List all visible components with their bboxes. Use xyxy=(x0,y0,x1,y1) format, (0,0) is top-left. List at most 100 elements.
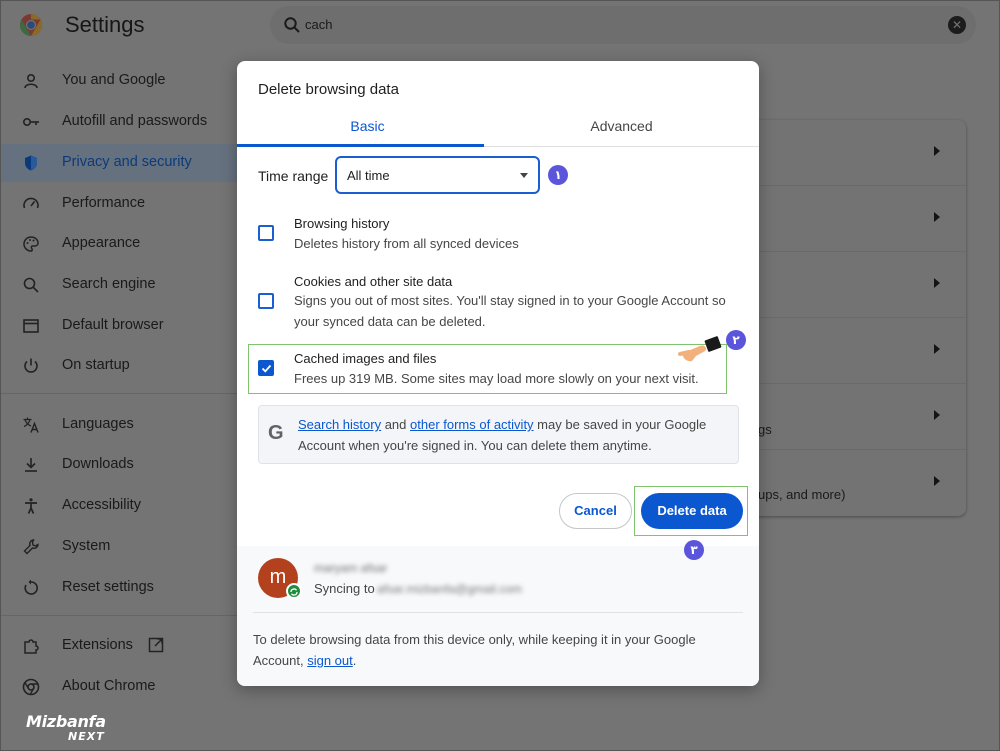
cached-images-checkbox[interactable] xyxy=(258,360,274,376)
watermark-top: Mizbanfa xyxy=(26,712,106,731)
accessibility-icon xyxy=(25,498,37,514)
sidebar-item-system[interactable]: System xyxy=(0,528,240,566)
option-title: Cached images and files xyxy=(294,351,437,366)
cancel-button[interactable]: Cancel xyxy=(559,493,632,529)
google-g-icon: G xyxy=(268,422,284,444)
chevron-right-icon xyxy=(934,146,940,156)
chrome-icon xyxy=(22,678,40,696)
sidebar-item-label: Privacy and security xyxy=(62,154,192,170)
sidebar-item-label: Downloads xyxy=(62,456,134,472)
search-icon xyxy=(23,277,39,293)
sidebar-item-label: Accessibility xyxy=(62,497,141,513)
settings-row[interactable] xyxy=(740,318,966,384)
mizbanfa-watermark-logo: Mizbanfa NEXT xyxy=(26,712,126,746)
sidebar-item-label: On startup xyxy=(62,357,130,373)
sidebar-item-languages[interactable]: Languages xyxy=(0,406,240,444)
sidebar-item-autofill[interactable]: Autofill and passwords xyxy=(0,103,240,141)
settings-row[interactable]: ups, and more) xyxy=(740,450,966,516)
palette-icon xyxy=(23,236,39,252)
option-description: Signs you out of most sites. You'll stay… xyxy=(294,293,726,329)
step-badge-1: ١ xyxy=(548,165,568,185)
browser-icon xyxy=(23,319,39,333)
cookies-checkbox[interactable] xyxy=(258,293,274,309)
step-badge-3: ٣ xyxy=(684,540,704,560)
info-and: and xyxy=(381,417,411,432)
account-name: maryam afsar xyxy=(314,561,388,575)
sync-arrows-icon xyxy=(290,588,298,596)
settings-row[interactable] xyxy=(740,252,966,318)
sync-icon xyxy=(286,583,302,599)
syncing-label: Syncing to xyxy=(314,581,375,596)
other-activity-link[interactable]: other forms of activity xyxy=(410,417,534,432)
sidebar-item-extensions[interactable]: Extensions xyxy=(0,627,240,665)
search-history-link[interactable]: Search history xyxy=(298,417,381,432)
settings-search[interactable]: cach ✕ xyxy=(270,6,976,44)
speedometer-icon xyxy=(23,197,39,209)
watermark-bottom: NEXT xyxy=(68,730,105,743)
footer-text: To delete browsing data from this device… xyxy=(253,629,733,671)
tab-basic[interactable]: Basic xyxy=(237,111,498,147)
settings-row-text: gs xyxy=(758,422,772,437)
tab-advanced[interactable]: Advanced xyxy=(484,111,759,147)
settings-row[interactable]: gs xyxy=(740,384,966,450)
search-icon xyxy=(284,17,300,33)
search-input[interactable]: cach xyxy=(305,17,332,32)
sidebar-item-performance[interactable]: Performance xyxy=(0,185,240,223)
chevron-right-icon xyxy=(934,344,940,354)
sidebar-item-label: Performance xyxy=(62,195,146,211)
sidebar-item-on-startup[interactable]: On startup xyxy=(0,347,240,385)
settings-row-text: ups, and more) xyxy=(758,487,846,502)
sidebar-item-reset-settings[interactable]: Reset settings xyxy=(0,569,240,607)
settings-row[interactable] xyxy=(740,186,966,252)
reset-icon xyxy=(24,579,38,595)
sidebar-item-privacy-and-security[interactable]: Privacy and security xyxy=(0,144,240,182)
dropdown-arrow-icon xyxy=(520,173,528,178)
sidebar-item-label: Autofill and passwords xyxy=(62,113,208,129)
account-divider xyxy=(253,612,743,613)
account-email: afsar.mizbanfa@gmail.com xyxy=(377,582,522,596)
google-activity-info: G Search history and other forms of acti… xyxy=(258,405,739,464)
chevron-right-icon xyxy=(934,410,940,420)
wrench-icon xyxy=(23,539,39,555)
active-tab-indicator xyxy=(237,144,484,147)
sidebar-divider xyxy=(0,393,240,394)
chevron-right-icon xyxy=(934,476,940,486)
sidebar-divider xyxy=(0,615,240,616)
option-description: Deletes history from all synced devices xyxy=(294,236,519,251)
sidebar-item-label: System xyxy=(62,538,111,554)
power-icon xyxy=(24,358,38,373)
open-in-new-icon[interactable] xyxy=(148,637,164,653)
step-badge-2: ٢ xyxy=(726,330,746,350)
sidebar-item-default-browser[interactable]: Default browser xyxy=(0,307,240,345)
sign-out-link[interactable]: sign out xyxy=(307,653,353,668)
footer-end: . xyxy=(352,653,357,668)
sidebar-item-label: About Chrome xyxy=(62,678,156,694)
sidebar-item-label: Extensions xyxy=(62,637,133,653)
chevron-right-icon xyxy=(934,278,940,288)
sidebar-item-search-engine[interactable]: Search engine xyxy=(0,266,240,304)
delete-data-button[interactable]: Delete data xyxy=(641,493,743,529)
sidebar-item-appearance[interactable]: Appearance xyxy=(0,225,240,263)
clear-search-icon[interactable]: ✕ xyxy=(948,16,966,34)
translate-icon xyxy=(23,417,39,433)
sidebar-item-accessibility[interactable]: Accessibility xyxy=(0,487,240,525)
shield-icon xyxy=(25,155,37,171)
pointing-hand-icon xyxy=(678,336,722,362)
sidebar-item-downloads[interactable]: Downloads xyxy=(0,446,240,484)
time-range-select[interactable]: All time xyxy=(335,156,540,194)
sidebar-item-label: Default browser xyxy=(62,317,164,333)
browsing-history-checkbox[interactable] xyxy=(258,225,274,241)
key-icon xyxy=(22,118,39,127)
dialog-tabs: Basic Advanced xyxy=(237,111,759,147)
dialog-title: Delete browsing data xyxy=(258,81,399,98)
app-header: Settings cach ✕ xyxy=(0,0,1000,52)
time-range-value: All time xyxy=(347,168,390,183)
sidebar-item-about-chrome[interactable]: About Chrome xyxy=(0,668,240,706)
app-title: Settings xyxy=(65,12,145,37)
settings-row[interactable] xyxy=(740,120,966,186)
account-section: m maryam afsar Syncing to afsar.mizbanfa… xyxy=(237,546,759,686)
chrome-logo-icon xyxy=(20,14,42,36)
sidebar-item-you-and-google[interactable]: You and Google xyxy=(0,62,240,100)
time-range-label: Time range xyxy=(258,168,329,184)
download-icon xyxy=(25,458,37,472)
